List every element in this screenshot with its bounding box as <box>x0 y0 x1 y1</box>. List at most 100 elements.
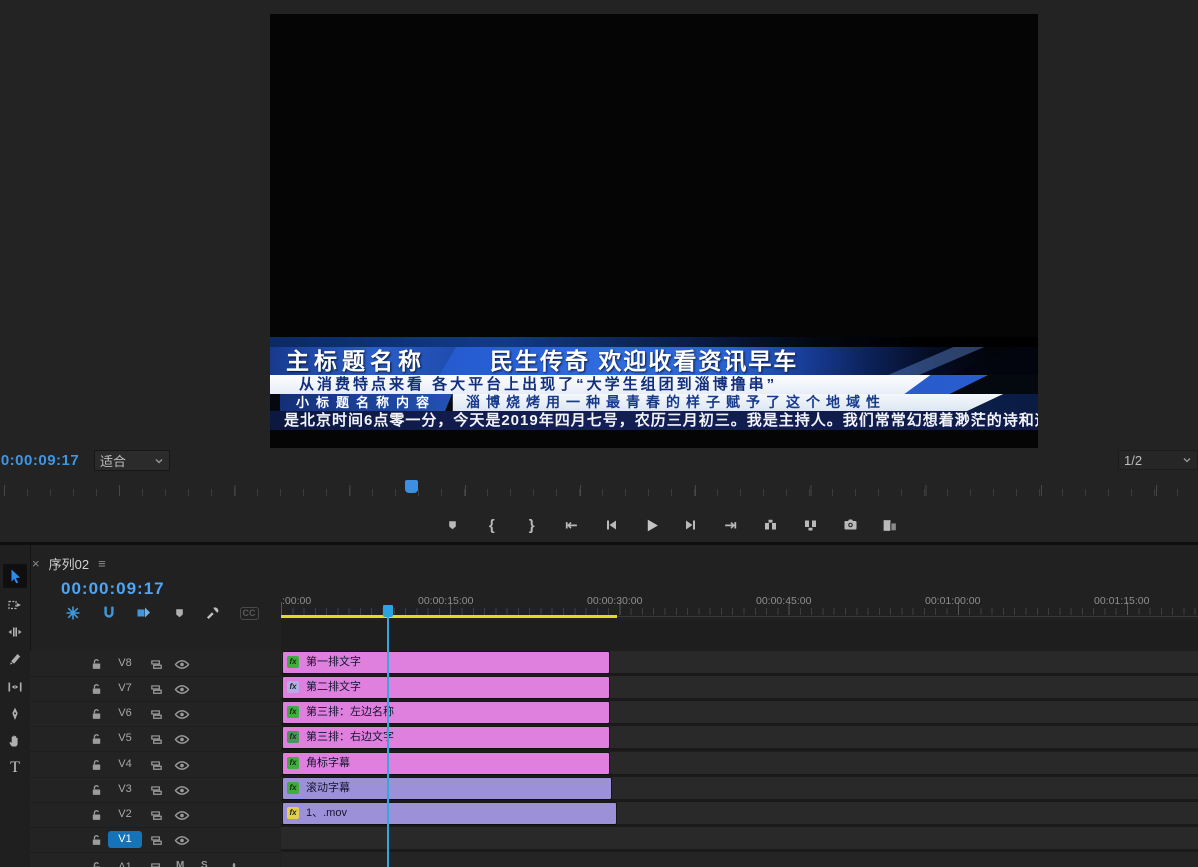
mark-in-button[interactable]: { <box>480 513 504 537</box>
solo-button[interactable]: S <box>201 860 208 867</box>
track-lane[interactable]: fx第三排：右边文字 <box>281 726 1198 751</box>
track-lane[interactable]: fx1、.mov <box>281 802 1198 827</box>
track-target-button[interactable]: V2 <box>108 806 142 823</box>
linked-selection-icon[interactable] <box>132 602 154 624</box>
track-lock-icon[interactable] <box>88 859 104 867</box>
sync-lock-icon[interactable] <box>148 782 164 798</box>
add-marker-icon[interactable] <box>168 602 190 624</box>
sync-lock-icon[interactable] <box>148 656 164 672</box>
lower-third-title-bar: 主标题名称 民生传奇 欢迎收看资讯早车 <box>270 347 1038 375</box>
render-bar <box>281 615 617 618</box>
monitor-mini-timeline[interactable] <box>0 478 1198 500</box>
track-lock-icon[interactable] <box>88 757 104 773</box>
go-to-out-button[interactable]: ⇥ <box>719 513 743 537</box>
ruler-label: 00:00:30:00 <box>587 595 642 607</box>
audio-track-lane[interactable] <box>281 852 1198 867</box>
track-output-eye-icon[interactable] <box>174 782 190 798</box>
comparison-view-button[interactable] <box>878 513 902 537</box>
timeline-clip[interactable]: fx滚动字幕 <box>283 778 611 799</box>
timeline-clip[interactable]: fx第二排文字 <box>283 677 609 698</box>
timeline-clip[interactable]: fx角标字幕 <box>283 753 609 774</box>
timeline-clip[interactable]: fx1、.mov <box>283 803 616 824</box>
track-output-eye-icon[interactable] <box>174 807 190 823</box>
track-header-row: V4 <box>30 752 280 778</box>
lift-button[interactable] <box>759 513 783 537</box>
timeline-ruler[interactable]: :00:0000:00:15:0000:00:30:0000:00:45:000… <box>281 590 1198 615</box>
track-lane[interactable]: fx滚动字幕 <box>281 777 1198 802</box>
track-target-button[interactable]: V5 <box>108 730 142 747</box>
track-target-button[interactable]: V7 <box>108 680 142 697</box>
nest-insert-toggle-icon[interactable] <box>62 602 84 624</box>
playhead-handle[interactable] <box>383 605 393 617</box>
track-lane[interactable] <box>281 827 1198 852</box>
timeline-clip[interactable]: fx第一排文字 <box>283 652 609 673</box>
hand-tool[interactable] <box>3 729 27 753</box>
track-lock-icon[interactable] <box>88 807 104 823</box>
track-output-eye-icon[interactable] <box>174 757 190 773</box>
sync-lock-icon[interactable] <box>148 731 164 747</box>
mute-button[interactable]: M <box>176 860 184 867</box>
playback-resolution-select[interactable]: 1/2 <box>1118 450 1198 470</box>
fx-badge: fx <box>287 681 299 693</box>
chevron-down-icon <box>1182 455 1192 465</box>
track-output-eye-icon[interactable] <box>174 656 190 672</box>
track-output-eye-icon[interactable] <box>174 731 190 747</box>
track-lock-icon[interactable] <box>88 656 104 672</box>
track-lock-icon[interactable] <box>88 681 104 697</box>
track-target-button[interactable]: A1 <box>108 859 142 867</box>
extract-button[interactable] <box>798 513 822 537</box>
panel-menu-icon[interactable]: ≡ <box>98 557 106 570</box>
track-lane[interactable]: fx第二排文字 <box>281 676 1198 701</box>
sync-lock-icon[interactable] <box>148 859 164 867</box>
track-target-button[interactable]: V1 <box>108 831 142 848</box>
captions-icon[interactable]: CC <box>238 602 260 624</box>
step-back-button[interactable] <box>599 513 623 537</box>
track-target-button[interactable]: V6 <box>108 705 142 722</box>
play-button[interactable] <box>639 513 663 537</box>
track-lock-icon[interactable] <box>88 706 104 722</box>
track-select-forward-tool[interactable] <box>3 593 27 617</box>
tools-panel: T <box>0 545 31 867</box>
track-lane[interactable]: fx第一排文字 <box>281 651 1198 676</box>
type-tool[interactable]: T <box>3 756 27 780</box>
go-to-in-button[interactable]: ⇤ <box>559 513 583 537</box>
step-forward-button[interactable] <box>679 513 703 537</box>
timeline-clip[interactable]: fx第三排：右边文字 <box>283 727 609 748</box>
track-lane[interactable]: fx第三排：左边名称 <box>281 701 1198 726</box>
voiceover-mic-icon[interactable] <box>226 860 242 867</box>
sequence-tab[interactable]: 序列02 <box>49 554 89 573</box>
timeline-clip[interactable]: fx第三排：左边名称 <box>283 702 609 723</box>
track-lock-icon[interactable] <box>88 782 104 798</box>
zoom-level-value: 适合 <box>100 451 126 470</box>
track-output-eye-icon[interactable] <box>174 681 190 697</box>
track-target-button[interactable]: V3 <box>108 781 142 798</box>
timeline-timecode[interactable]: 00:00:09:17 <box>61 579 165 599</box>
clip-label: 第一排文字 <box>306 652 361 673</box>
close-panel-icon[interactable]: × <box>32 557 40 570</box>
track-target-button[interactable]: V4 <box>108 756 142 773</box>
track-output-eye-icon[interactable] <box>174 706 190 722</box>
track-lock-icon[interactable] <box>88 731 104 747</box>
monitor-timecode[interactable]: 00:00:09:17 <box>0 452 79 469</box>
ripple-edit-tool[interactable] <box>3 620 27 644</box>
zoom-level-select[interactable]: 适合 <box>94 450 170 471</box>
timeline-settings-wrench-icon[interactable] <box>202 602 224 624</box>
monitor-playhead-handle[interactable] <box>405 480 418 493</box>
track-lane[interactable]: fx角标字幕 <box>281 752 1198 777</box>
sync-lock-icon[interactable] <box>148 807 164 823</box>
snap-toggle-icon[interactable] <box>98 602 120 624</box>
razor-tool[interactable] <box>3 647 27 671</box>
pen-tool[interactable] <box>3 702 27 726</box>
track-lock-icon[interactable] <box>88 832 104 848</box>
sync-lock-icon[interactable] <box>148 832 164 848</box>
export-frame-button[interactable] <box>838 513 862 537</box>
sync-lock-icon[interactable] <box>148 681 164 697</box>
slip-tool[interactable] <box>3 675 27 699</box>
sync-lock-icon[interactable] <box>148 757 164 773</box>
add-marker-button[interactable] <box>440 513 464 537</box>
selection-tool[interactable] <box>3 564 27 588</box>
track-output-eye-icon[interactable] <box>174 832 190 848</box>
mark-out-button[interactable]: } <box>520 513 544 537</box>
sync-lock-icon[interactable] <box>148 706 164 722</box>
track-target-button[interactable]: V8 <box>108 655 142 672</box>
